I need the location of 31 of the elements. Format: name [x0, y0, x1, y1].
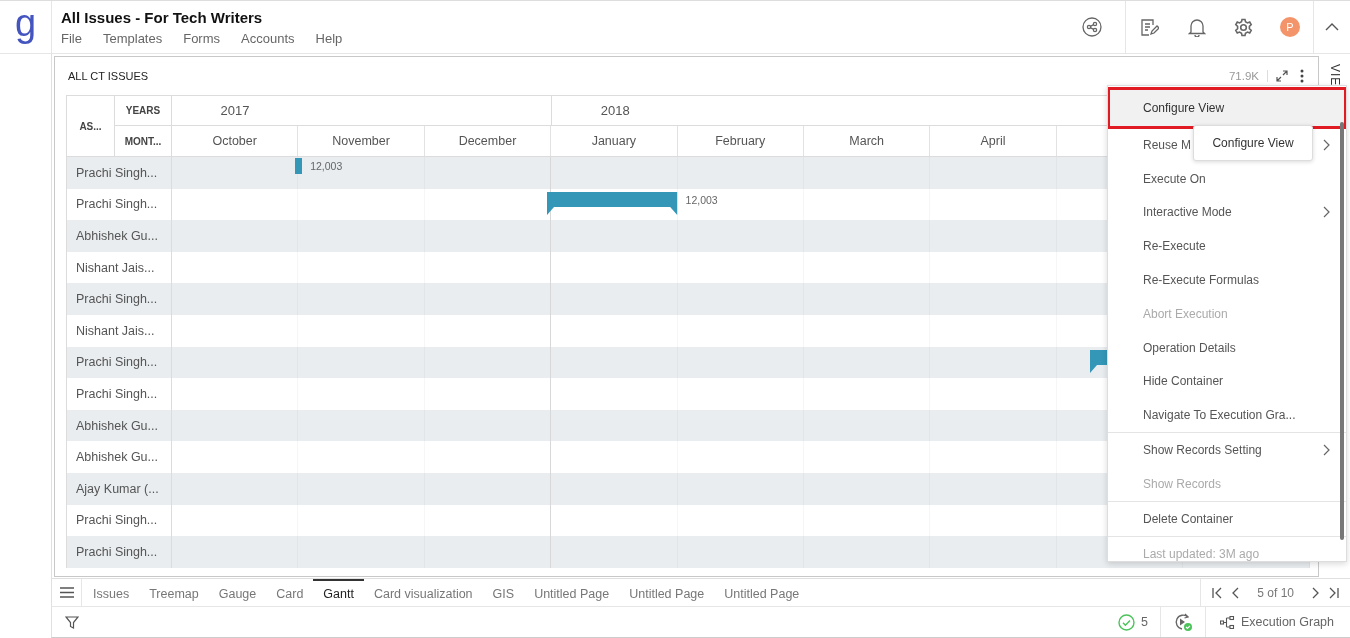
row-label: Abhishek Gu...: [67, 220, 172, 252]
row-label: Prachi Singh...: [67, 283, 172, 315]
panel-title: ALL CT ISSUES: [68, 70, 150, 82]
month-label: March: [803, 126, 931, 156]
month-label: April: [930, 126, 1057, 156]
year-label: 2017: [219, 103, 251, 118]
column-header: MONT...: [115, 126, 172, 156]
month-label: November: [298, 126, 425, 156]
column-header: AS...: [67, 96, 115, 156]
column-header: YEARS: [115, 96, 172, 126]
last-updated-text: Last updated: 3M ago: [1142, 545, 1261, 561]
month-label: January: [551, 126, 678, 156]
year-label: 2018: [599, 103, 631, 118]
row-label: Nishant Jais...: [67, 314, 172, 347]
success-count: 5: [1140, 615, 1148, 629]
month-label: December: [424, 126, 552, 156]
row-label: Prachi Singh...: [67, 346, 172, 379]
row-label: Prachi Singh...: [67, 536, 172, 568]
row-label: Abhishek Gu...: [67, 441, 172, 473]
page-indicator: 5 of 10: [1256, 585, 1295, 600]
tooltip: Configure View: [1193, 125, 1313, 161]
bar-label: 12,003: [685, 193, 718, 206]
row-label: Prachi Singh...: [67, 157, 172, 189]
row-label: Ajay Kumar (...: [67, 472, 172, 505]
month-label: February: [677, 126, 804, 156]
record-count: 71.9K: [1228, 70, 1268, 82]
row-label: Prachi Singh...: [67, 378, 172, 410]
row-label: Abhishek Gu...: [67, 409, 172, 442]
month-label: October: [172, 126, 299, 156]
page-title: All Issues - For Tech Writers: [61, 8, 264, 26]
bar-label: 12,003: [310, 160, 343, 172]
